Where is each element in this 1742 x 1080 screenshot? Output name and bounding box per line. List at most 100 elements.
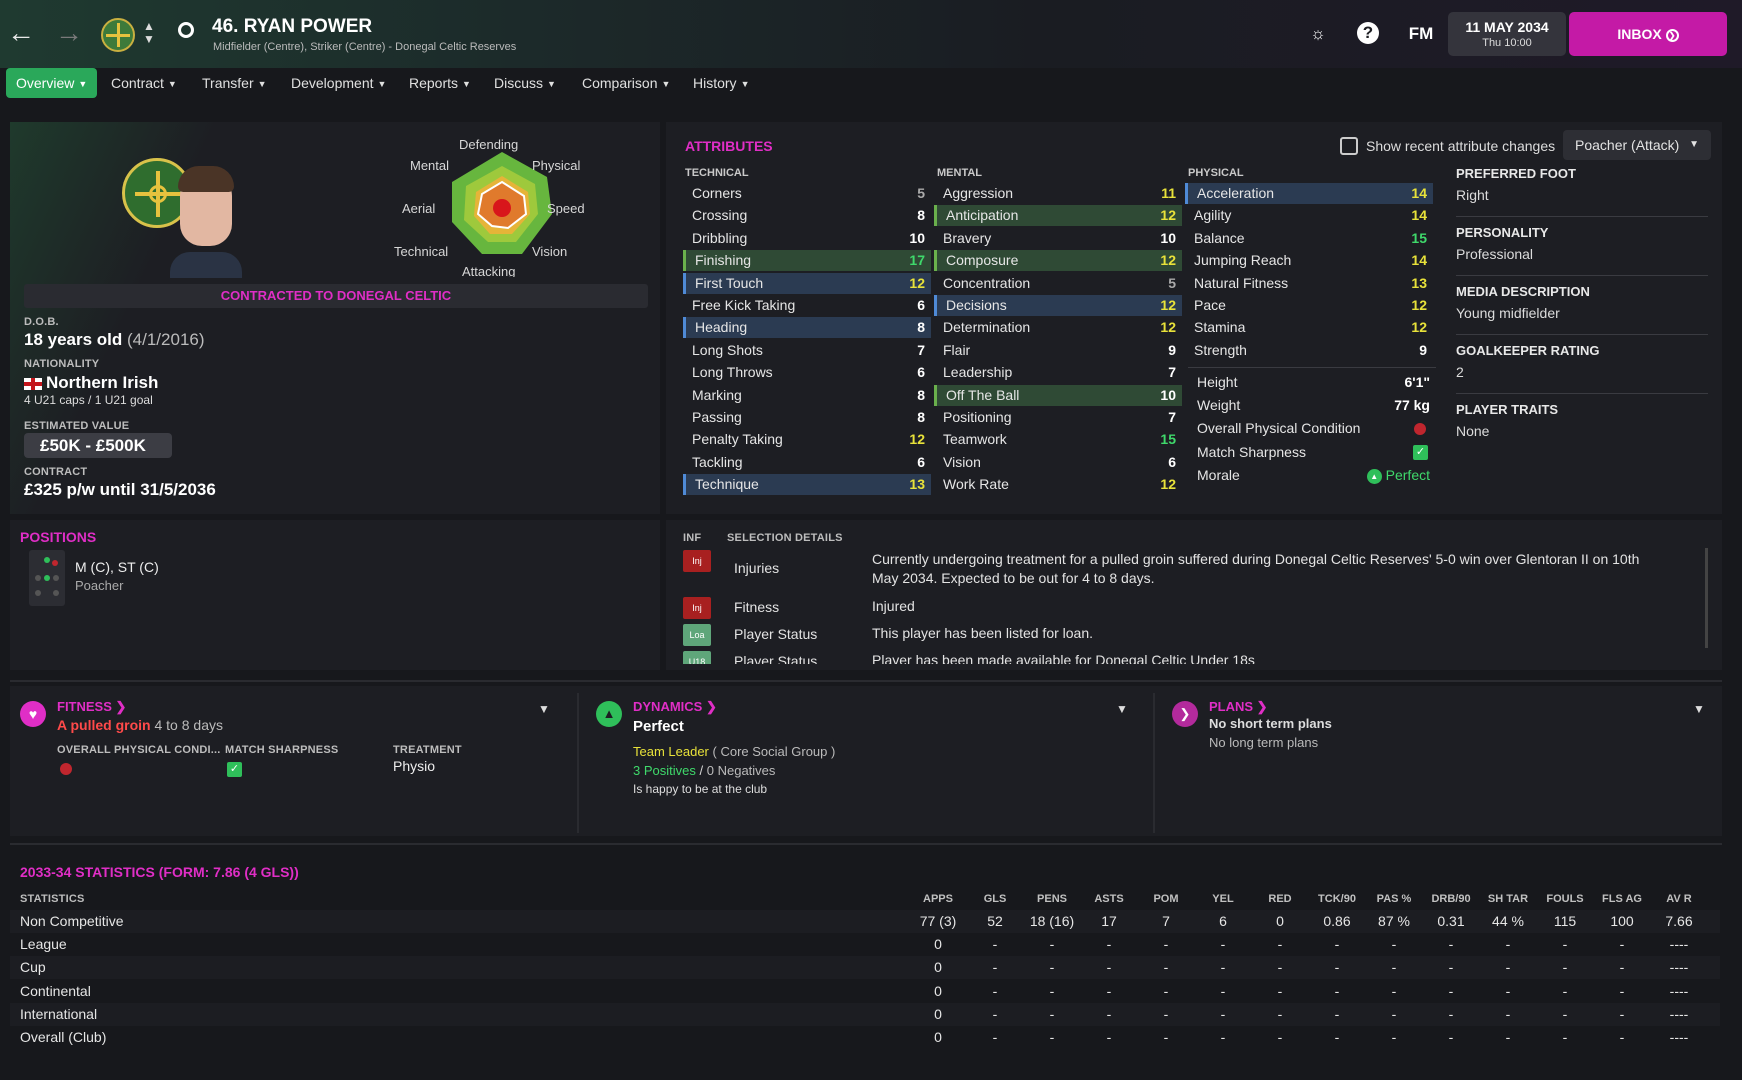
date-button[interactable]: 11 MAY 2034 Thu 10:00 [1448, 12, 1566, 56]
attribute-row[interactable]: Agility 14 [1185, 205, 1433, 226]
attribute-row[interactable]: Flair 9 [934, 340, 1182, 361]
attribute-row[interactable]: Free Kick Taking 6 [683, 295, 931, 316]
attribute-row[interactable]: Tackling 6 [683, 452, 931, 473]
table-row[interactable]: International 0- - - - - - - - - - - - ---- [10, 1002, 1720, 1026]
attribute-value: 9 [1419, 341, 1427, 358]
search-icon[interactable] [178, 22, 194, 38]
tab-transfer[interactable]: Transfer ▼ [192, 68, 277, 98]
fitness-title[interactable]: FITNESS ❯ [57, 699, 126, 715]
stats-column-header[interactable]: PENS [1024, 893, 1080, 905]
role-select[interactable]: Poacher (Attack) ▼ [1563, 130, 1711, 160]
tab-reports[interactable]: Reports ▼ [399, 68, 481, 98]
attribute-row[interactable]: Penalty Taking 12 [683, 429, 931, 450]
table-row[interactable]: Continental 0- - - - - - - - - - - - ---- [10, 980, 1720, 1003]
attribute-row[interactable]: Bravery 10 [934, 228, 1182, 249]
attribute-row[interactable]: Determination 12 [934, 317, 1182, 338]
expand-dynamics-icon[interactable]: ▼ [1116, 702, 1128, 716]
attribute-row[interactable]: Stamina 12 [1185, 317, 1433, 338]
attribute-row[interactable]: Crossing 8 [683, 205, 931, 226]
attribute-row[interactable]: Strength 9 [1185, 340, 1433, 361]
attribute-row[interactable]: Long Shots 7 [683, 340, 931, 361]
attribute-row[interactable]: Acceleration 14 [1185, 183, 1433, 204]
help-icon[interactable]: ? [1357, 22, 1379, 44]
expand-plans-icon[interactable]: ▼ [1693, 702, 1705, 716]
attribute-row[interactable]: Technique 13 [683, 474, 931, 496]
attribute-row[interactable]: Work Rate 12 [934, 474, 1182, 495]
attribute-row[interactable]: Marking 8 [683, 385, 931, 406]
stats-title[interactable]: 2033-34 STATISTICS (FORM: 7.86 (4 GLS)) [20, 864, 299, 880]
scrollbar[interactable] [1705, 548, 1708, 648]
club-badge-icon[interactable] [101, 18, 135, 52]
attribute-row[interactable]: First Touch 12 [683, 272, 931, 294]
tab-history[interactable]: History ▼ [683, 68, 759, 98]
globe-icon[interactable]: ☼ [1306, 22, 1330, 46]
stats-column-header[interactable]: AV R [1651, 893, 1707, 905]
technical-label: TECHNICAL [685, 167, 749, 179]
tab-discuss[interactable]: Discuss ▼ [484, 68, 566, 98]
table-row[interactable]: Cup 0- - - - - - - - - - - - ---- [10, 956, 1720, 980]
stats-column-header[interactable]: FOULS [1537, 893, 1593, 905]
attribute-row[interactable]: Dribbling 10 [683, 228, 931, 249]
stats-column-header[interactable]: ASTS [1081, 893, 1137, 905]
attribute-name: Anticipation [946, 207, 1019, 224]
dynamics-title[interactable]: DYNAMICS ❯ [633, 699, 717, 715]
stats-column-header[interactable]: DRB/90 [1423, 893, 1479, 905]
stats-column-header[interactable]: FLS AG [1594, 893, 1650, 905]
stats-column-header[interactable]: POM [1138, 893, 1194, 905]
opc-label: Overall Physical Condition [1197, 420, 1361, 436]
back-arrow-icon[interactable]: ← [6, 18, 36, 48]
show-changes-checkbox[interactable] [1340, 137, 1358, 155]
tab-overview[interactable]: Overview ▼ [6, 68, 98, 98]
stats-column-header[interactable]: TCK/90 [1309, 893, 1365, 905]
stats-column-header[interactable]: APPS [910, 893, 966, 905]
attribute-row[interactable]: Teamwork 15 [934, 429, 1182, 450]
stats-column-header[interactable]: PAS % [1366, 893, 1422, 905]
personality-label: PERSONALITY [1456, 225, 1549, 240]
stats-column-header[interactable]: GLS [967, 893, 1023, 905]
table-row[interactable]: Non Competitive 77 (3) 52 18 (16) 17 7 6 0 0.86 8… [10, 910, 1720, 933]
attribute-row[interactable]: Jumping Reach 14 [1185, 250, 1433, 271]
attribute-name: Marking [692, 386, 742, 403]
forward-arrow-icon[interactable]: → [54, 18, 84, 48]
injury-duration: 4 to 8 days [154, 717, 223, 733]
attribute-row[interactable]: Concentration 5 [934, 273, 1182, 294]
tab-comparison[interactable]: Comparison ▼ [572, 68, 680, 98]
table-row[interactable]: Overall (Club) 0- - - - - - - - - - - - ---- [10, 1026, 1720, 1049]
attribute-name: Work Rate [943, 476, 1009, 493]
attribute-row[interactable]: Anticipation 12 [934, 205, 1182, 227]
fm-logo[interactable]: FM [1406, 22, 1436, 46]
attribute-row[interactable]: Passing 8 [683, 407, 931, 428]
table-cell: - [1562, 959, 1568, 976]
player-switch-icon[interactable]: ▲ ▼ [143, 20, 155, 46]
expand-fitness-icon[interactable]: ▼ [538, 702, 550, 716]
tab-label: Comparison [582, 75, 658, 91]
plans-title[interactable]: PLANS ❯ [1209, 699, 1268, 715]
table-cell: - [1505, 936, 1511, 953]
attribute-row[interactable]: Leadership 7 [934, 362, 1182, 383]
tab-development[interactable]: Development ▼ [281, 68, 396, 98]
attribute-row[interactable]: Pace 12 [1185, 295, 1433, 316]
attribute-row[interactable]: Corners 5 [683, 183, 931, 204]
attribute-row[interactable]: Finishing 17 [683, 250, 931, 272]
attribute-row[interactable]: Natural Fitness 13 [1185, 273, 1433, 294]
attribute-row[interactable]: Long Throws 6 [683, 362, 931, 383]
table-row[interactable]: League 0- - - - - - - - - - - - ---- [10, 933, 1720, 956]
stats-column-header[interactable]: YEL [1195, 893, 1251, 905]
chevron-down-icon: ▼ [740, 79, 750, 90]
stats-column-header[interactable]: RED [1252, 893, 1308, 905]
attribute-row[interactable]: Off The Ball 10 [934, 384, 1182, 406]
attribute-row[interactable]: Balance 15 [1185, 228, 1433, 249]
stats-column-header[interactable]: SH TAR [1480, 893, 1536, 905]
attribute-value: 13 [1411, 274, 1427, 291]
attribute-row[interactable]: Composure 12 [934, 250, 1182, 272]
divider [1456, 334, 1708, 335]
attribute-row[interactable]: Positioning 7 [934, 407, 1182, 428]
attribute-row[interactable]: Decisions 12 [934, 295, 1182, 316]
attribute-row[interactable]: Vision 6 [934, 452, 1182, 473]
tab-contract[interactable]: Contract ▼ [101, 68, 187, 98]
inbox-button[interactable]: INBOX ❯ [1569, 12, 1727, 56]
attribute-row[interactable]: Aggression 11 [934, 183, 1182, 204]
attribute-row[interactable]: Heading 8 [683, 317, 931, 339]
chevron-down-icon: ▼ [661, 79, 671, 90]
table-cell: - [992, 1005, 998, 1022]
